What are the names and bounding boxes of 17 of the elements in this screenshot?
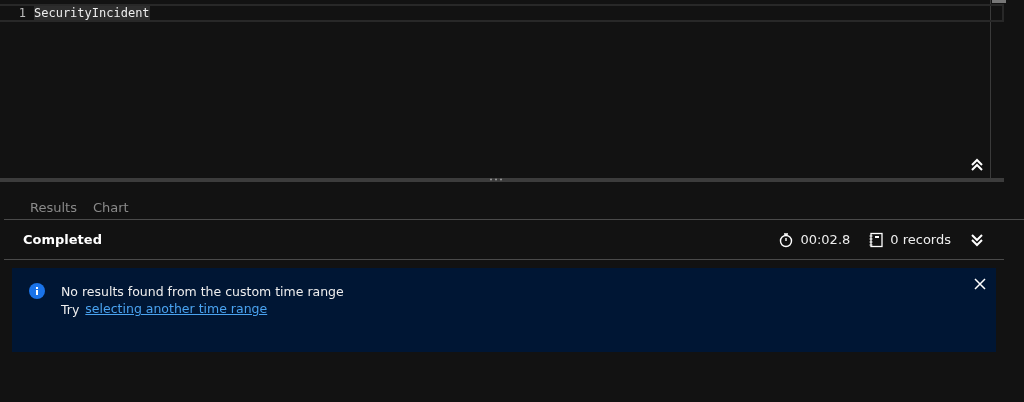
tab[interactable]: Results <box>22 200 85 219</box>
expand-icon[interactable] <box>969 231 985 248</box>
close-icon[interactable] <box>974 278 986 290</box>
line-number: 1 <box>17 6 27 20</box>
collapse-icon[interactable] <box>970 158 984 172</box>
notebook-icon <box>868 231 885 248</box>
records-count: 0 records <box>890 232 951 247</box>
resize-grip-icon[interactable] <box>489 178 503 181</box>
time-range-link[interactable]: selecting another time range <box>85 301 268 319</box>
message-text: No results found from the custom time range <box>61 283 344 301</box>
info-icon <box>29 283 45 299</box>
scrollbar-thumb[interactable] <box>992 0 1006 3</box>
status-label: Completed <box>23 232 103 247</box>
duration-text: 00:02.8 <box>800 232 851 247</box>
stopwatch-icon <box>778 231 795 248</box>
tab[interactable]: Chart <box>84 200 137 219</box>
prompt-text: Try <box>61 301 80 319</box>
